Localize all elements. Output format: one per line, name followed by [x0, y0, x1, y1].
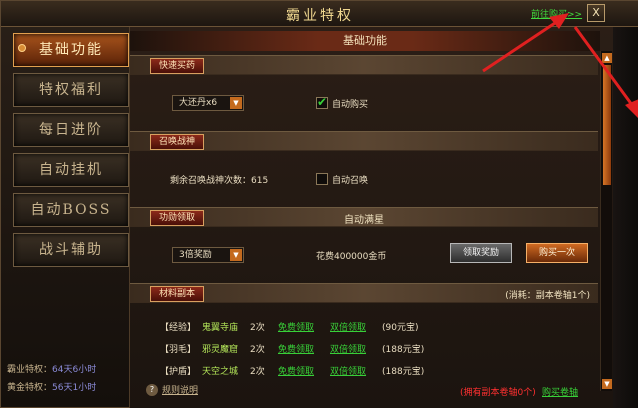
scroll-up-icon[interactable]: ▲	[602, 53, 612, 63]
active-indicator-icon	[18, 44, 26, 52]
auto-buy-label: 自动购买	[332, 100, 369, 110]
privilege-remaining: 64天6小时	[52, 365, 97, 375]
section-summon: 召唤战神	[130, 131, 598, 151]
dungeon-consume: (消耗：副本卷轴1个)	[505, 291, 590, 301]
nav-item-auto-hangup[interactable]: 自动挂机	[13, 153, 129, 187]
nav-item-basic[interactable]: 基础功能	[13, 33, 129, 67]
potion-select[interactable]: 大还丹x6 ▼	[172, 95, 244, 111]
nav-item-label: 特权福利	[39, 82, 103, 98]
star-cost: 花费400000金币	[316, 252, 387, 262]
privilege-status: 霸业特权：64天6小时 黄金特权：56天1小时	[7, 361, 96, 397]
nav-item-auto-boss[interactable]: 自动BOSS	[13, 193, 129, 227]
auto-star-label: 自动满星	[344, 215, 384, 226]
section-quick-buy: 快速买药	[130, 55, 598, 75]
rules-help[interactable]: ? 规则说明	[146, 383, 198, 396]
free-claim-link[interactable]: 免费领取	[278, 364, 314, 377]
section-star: 功勋领取 自动满星	[130, 207, 598, 227]
close-button[interactable]: X	[587, 4, 605, 22]
double-claim-link[interactable]: 双倍领取	[330, 320, 366, 333]
content-panel: 基础功能 ▲ ▼ 快速买药 大还丹x6 ▼ 自动购买 召唤战神 剩余召唤战神次数…	[129, 27, 613, 408]
list-item: 【羽毛】 邪灵魔窟 2次 免费领取 双倍领取 (188元宝)	[130, 339, 598, 359]
nav-item-label: 战斗辅助	[39, 242, 103, 258]
scrollbar[interactable]: ▲ ▼	[600, 51, 612, 391]
nav-item-label: 基础功能	[39, 42, 103, 58]
double-claim-link[interactable]: 双倍领取	[330, 342, 366, 355]
auto-summon-checkbox[interactable]	[316, 173, 328, 185]
free-claim-link[interactable]: 免费领取	[278, 320, 314, 333]
reward-multiplier-select[interactable]: 3倍奖励 ▼	[172, 247, 244, 263]
content-header: 基础功能	[130, 31, 600, 51]
owned-scrolls: (拥有副本卷轴0个)	[460, 388, 536, 398]
privilege-line: 霸业特权：64天6小时	[7, 365, 97, 375]
auto-summon-label: 自动召唤	[332, 176, 369, 186]
section-tag: 材料副本	[150, 286, 205, 302]
scroll-thumb[interactable]	[603, 65, 611, 185]
summon-remaining: 剩余召唤战神次数：615	[170, 176, 269, 186]
gold-privilege-remaining: 56天1小时	[52, 383, 97, 393]
chevron-down-icon: ▼	[230, 249, 242, 261]
nav-item-label: 每日进阶	[39, 122, 103, 138]
nav-item-label: 自动挂机	[39, 162, 103, 178]
free-claim-link[interactable]: 免费领取	[278, 342, 314, 355]
goto-buy-link[interactable]: 前往购买>>	[531, 7, 582, 20]
gold-privilege-line: 黄金特权：56天1小时	[7, 383, 97, 393]
nav-item-daily[interactable]: 每日进阶	[13, 113, 129, 147]
question-icon: ?	[146, 383, 158, 396]
scroll-down-icon[interactable]: ▼	[602, 379, 612, 389]
list-item: 【护盾】 天空之城 2次 免费领取 双倍领取 (188元宝)	[130, 361, 598, 381]
buy-scroll-link[interactable]: 购买卷轴	[542, 385, 578, 398]
rules-link[interactable]: 规则说明	[162, 386, 198, 396]
privilege-window: 霸业特权 前往购买>> X 基础功能 特权福利 每日进阶 自动挂机 自动BOSS…	[0, 0, 638, 408]
section-tag: 快速买药	[150, 58, 205, 74]
buy-once-button[interactable]: 购买一次	[526, 243, 588, 263]
list-item: 【经验】 鬼翼寺庙 2次 免费领取 双倍领取 (90元宝)	[130, 317, 598, 337]
window-edge	[613, 27, 638, 408]
chevron-down-icon: ▼	[230, 97, 242, 109]
left-nav: 基础功能 特权福利 每日进阶 自动挂机 自动BOSS 战斗辅助	[5, 31, 129, 361]
claim-reward-button[interactable]: 领取奖励	[450, 243, 512, 263]
nav-item-battle-assist[interactable]: 战斗辅助	[13, 233, 129, 267]
nav-item-label: 自动BOSS	[30, 202, 112, 218]
double-claim-link[interactable]: 双倍领取	[330, 364, 366, 377]
section-dungeon: 材料副本 (消耗：副本卷轴1个)	[130, 283, 598, 303]
title-bar: 霸业特权 前往购买>> X	[1, 1, 638, 27]
auto-buy-checkbox[interactable]	[316, 95, 328, 109]
nav-item-welfare[interactable]: 特权福利	[13, 73, 129, 107]
section-tag: 召唤战神	[150, 134, 205, 150]
